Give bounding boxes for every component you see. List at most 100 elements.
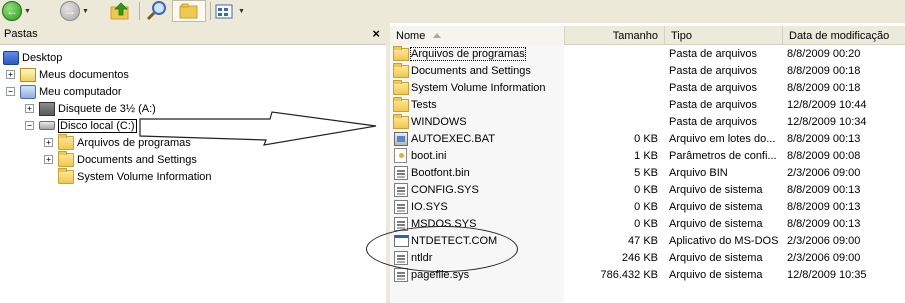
toolbar-separator: [139, 2, 140, 20]
folders-icon: [179, 3, 198, 19]
tree-item-program-files[interactable]: + Arquivos de programas: [44, 133, 191, 151]
folders-button[interactable]: [172, 0, 206, 22]
forward-arrow-icon: →: [60, 1, 80, 21]
tree-item-local-disk[interactable]: − Disco local (C:): [25, 117, 137, 134]
file-type: Aplicativo do MS-DOS: [669, 234, 779, 247]
file-date: 8/8/2009 00:13: [787, 200, 861, 213]
system-file-icon: [394, 182, 408, 197]
file-name: Arquivos de programas: [410, 46, 526, 61]
views-button[interactable]: ▼: [214, 0, 245, 22]
file-date: 8/8/2009 00:13: [787, 217, 861, 230]
file-date: 8/8/2009 00:18: [787, 81, 861, 94]
file-type: Pasta de arquivos: [669, 115, 758, 128]
expand-icon[interactable]: +: [44, 138, 53, 147]
back-dropdown-icon[interactable]: ▼: [24, 8, 31, 15]
file-name: AUTOEXEC.BAT: [411, 132, 495, 145]
file-size: [565, 96, 658, 113]
file-row[interactable]: Tests Pasta de arquivos 12/8/2009 10:44: [390, 96, 905, 113]
file-row[interactable]: WINDOWS Pasta de arquivos 12/8/2009 10:34: [390, 113, 905, 130]
file-row[interactable]: boot.ini 1 KB Parâmetros de confi... 8/8/20…: [390, 147, 905, 164]
file-date: 8/8/2009 00:18: [787, 64, 861, 77]
file-row[interactable]: MSDOS.SYS 0 KB Arquivo de sistema 8/8/2009 …: [390, 215, 905, 232]
system-file-icon: [394, 165, 408, 180]
folders-pane-title: Pastas: [4, 27, 38, 40]
file-size: 0 KB: [634, 132, 658, 145]
file-date: 12/8/2009 10:44: [787, 98, 867, 111]
tree-item-documents-and-settings[interactable]: + Documents and Settings: [44, 150, 197, 168]
file-type: Arquivo em lotes do...: [669, 132, 776, 145]
file-row[interactable]: System Volume Information Pasta de arquiv…: [390, 79, 905, 96]
file-name: IO.SYS: [411, 200, 448, 213]
folders-pane-header: Pastas ×: [0, 23, 386, 45]
column-size-label: Tamanho: [612, 29, 658, 42]
file-name: Tests: [411, 98, 437, 111]
expand-icon[interactable]: +: [44, 155, 53, 164]
file-name: NTDETECT.COM: [411, 234, 498, 247]
my-documents-icon: [20, 67, 36, 82]
file-size: [565, 79, 658, 96]
file-type: Arquivo BIN: [669, 166, 728, 179]
file-name: pagefile.sys: [411, 268, 470, 281]
file-row[interactable]: AUTOEXEC.BAT 0 KB Arquivo em lotes do... 8/…: [390, 130, 905, 147]
file-name: ntldr: [411, 251, 433, 264]
column-header-name[interactable]: Nome: [390, 26, 565, 45]
file-type: Arquivo de sistema: [669, 200, 763, 213]
folder-icon: [393, 80, 409, 95]
views-dropdown-icon[interactable]: ▼: [238, 8, 245, 15]
expand-icon[interactable]: +: [25, 104, 34, 113]
tree-item-my-documents[interactable]: + Meus documentos: [6, 66, 129, 83]
tree-item-label: System Volume Information: [77, 170, 212, 183]
tree-item-desktop[interactable]: Desktop: [3, 49, 62, 66]
file-row[interactable]: pagefile.sys 786.432 KB Arquivo de sistema…: [390, 266, 905, 283]
file-row[interactable]: ntldr 246 KB Arquivo de sistema 2/3/2006 09…: [390, 249, 905, 266]
file-type: Parâmetros de confi...: [669, 149, 777, 162]
tree-item-label: Disco local (C:): [58, 118, 137, 133]
file-row[interactable]: Documents and Settings Pasta de arquivos 8…: [390, 62, 905, 79]
column-header-size[interactable]: Tamanho: [565, 26, 665, 45]
system-file-icon: [394, 199, 408, 214]
folder-icon: [393, 97, 409, 112]
file-type: Pasta de arquivos: [669, 47, 758, 60]
close-icon[interactable]: ×: [372, 26, 380, 41]
file-row[interactable]: Arquivos de programas Pasta de arquivos 8/…: [390, 45, 905, 62]
file-name: Documents and Settings: [411, 64, 531, 77]
tree-item-system-volume-information[interactable]: System Volume Information: [58, 167, 212, 185]
file-name-cell: boot.ini: [393, 147, 563, 164]
file-name-cell: Tests: [393, 96, 563, 113]
back-button[interactable]: ← ▼: [2, 0, 31, 22]
views-icon: [215, 4, 233, 19]
search-icon: [146, 1, 166, 21]
tree-item-my-computer[interactable]: − Meu computador: [6, 83, 122, 100]
tree-item-label: Meu computador: [39, 85, 122, 98]
file-list-pane: Nome Tamanho Tipo Data de modificação Ar…: [390, 23, 905, 303]
collapse-icon[interactable]: −: [6, 87, 15, 96]
tree-item-floppy[interactable]: + Disquete de 3½ (A:): [25, 100, 156, 117]
system-file-icon: [394, 216, 408, 231]
tree-item-label: Documents and Settings: [77, 153, 197, 166]
expand-icon[interactable]: +: [6, 70, 15, 79]
file-size: [565, 113, 658, 130]
column-header-date[interactable]: Data de modificação: [783, 26, 905, 45]
file-date: 8/8/2009 00:13: [787, 132, 861, 145]
forward-button[interactable]: → ▼: [60, 0, 89, 22]
file-type: Arquivo de sistema: [669, 268, 763, 281]
file-row[interactable]: IO.SYS 0 KB Arquivo de sistema 8/8/2009 00:…: [390, 198, 905, 215]
up-folder-button[interactable]: [110, 0, 132, 22]
file-name-cell: ntldr: [393, 249, 563, 266]
file-type: Pasta de arquivos: [669, 64, 758, 77]
file-size: 5 KB: [634, 166, 658, 179]
file-row[interactable]: CONFIG.SYS 0 KB Arquivo de sistema 8/8/2009…: [390, 181, 905, 198]
forward-dropdown-icon[interactable]: ▼: [82, 8, 89, 15]
file-type: Arquivo de sistema: [669, 183, 763, 196]
file-date: 8/8/2009 00:08: [787, 149, 861, 162]
collapse-icon[interactable]: −: [25, 121, 34, 130]
file-row[interactable]: NTDETECT.COM 47 KB Aplicativo do MS-DOS 2/3…: [390, 232, 905, 249]
back-arrow-icon: ←: [2, 1, 22, 21]
file-date: 12/8/2009 10:35: [787, 268, 867, 281]
hard-drive-icon: [39, 121, 55, 130]
file-name-cell: pagefile.sys: [393, 266, 563, 283]
search-button[interactable]: [145, 0, 169, 22]
column-header-type[interactable]: Tipo: [665, 26, 783, 45]
folder-icon: [58, 133, 74, 150]
file-row[interactable]: Bootfont.bin 5 KB Arquivo BIN 2/3/2006 09:0…: [390, 164, 905, 181]
